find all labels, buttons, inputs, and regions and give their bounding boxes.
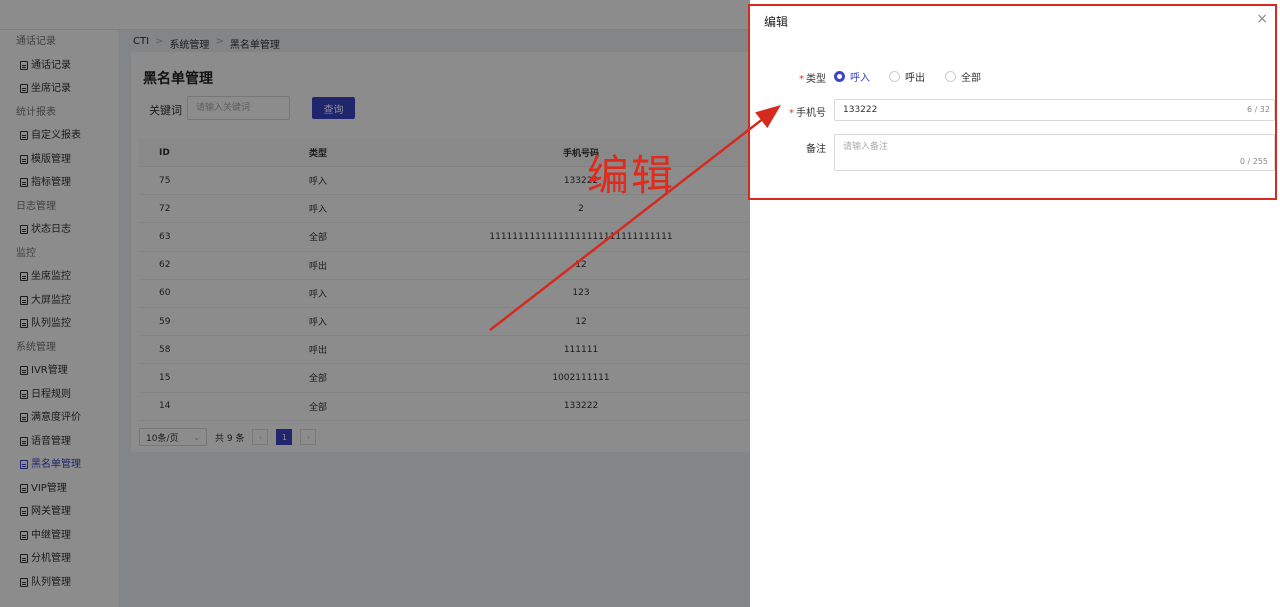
annotation-label: 编辑 bbox=[587, 151, 676, 200]
annotation-highlight-box bbox=[748, 4, 1277, 200]
modal-overlay[interactable] bbox=[0, 0, 750, 607]
